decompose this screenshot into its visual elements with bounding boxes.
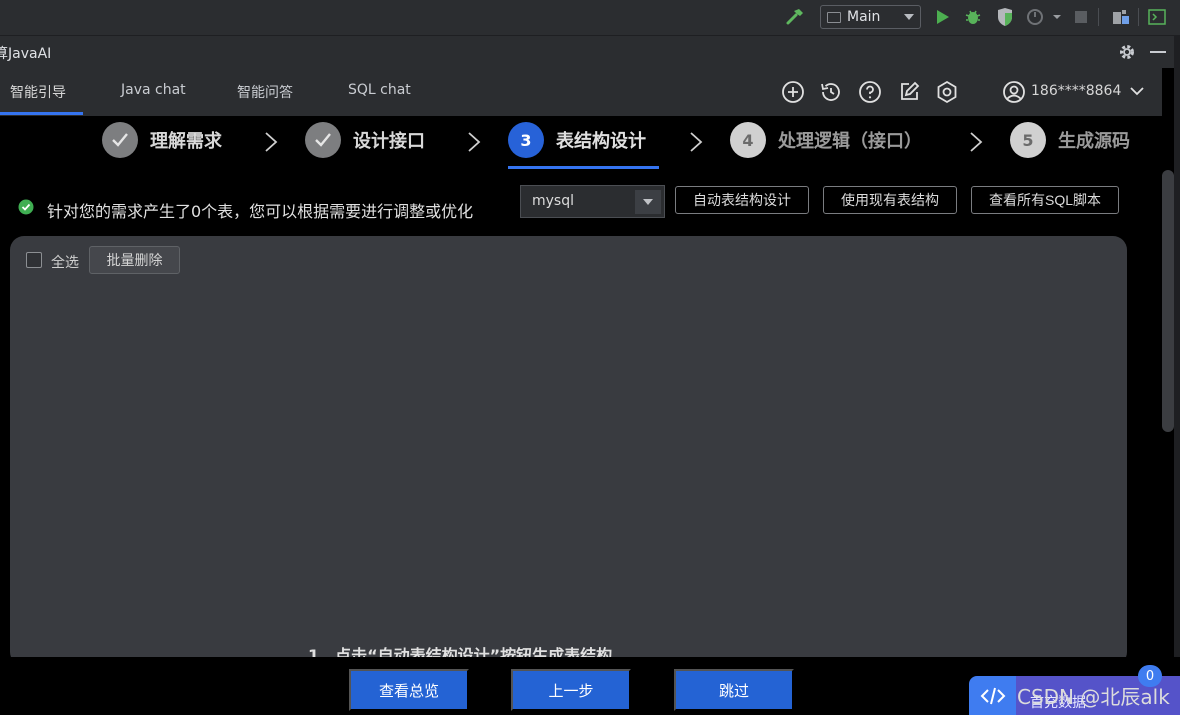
toolbar-divider <box>1138 8 1139 26</box>
skip-button[interactable]: 跳过 <box>674 669 794 711</box>
active-tab-indicator <box>0 112 83 115</box>
step-2[interactable]: 设计接口 <box>305 122 425 158</box>
db-type-value: mysql <box>532 193 574 209</box>
coverage-shield-icon[interactable] <box>995 5 1015 29</box>
check-icon <box>305 122 341 158</box>
step-4[interactable]: 4 处理逻辑（接口） <box>730 122 922 158</box>
chevron-down-icon <box>643 199 653 205</box>
chevron-right-icon <box>969 131 983 153</box>
step-label: 表结构设计 <box>556 131 646 152</box>
minimize-icon[interactable] <box>1150 51 1166 53</box>
tab-qa[interactable]: 智能问答 <box>237 82 293 102</box>
gear-icon[interactable] <box>1117 42 1137 62</box>
chevron-down-icon <box>904 14 914 20</box>
view-sql-button[interactable]: 查看所有SQL脚本 <box>971 186 1119 214</box>
batch-delete-button[interactable]: 批量删除 <box>89 246 180 274</box>
select-all-label[interactable]: 全选 <box>51 252 79 272</box>
run-play-icon[interactable] <box>935 5 951 29</box>
tool-window-header: 算JavaAI <box>0 35 1180 68</box>
scrollbar[interactable] <box>1162 170 1174 432</box>
step-number: 4 <box>730 122 766 158</box>
step-number: 5 <box>1010 122 1046 158</box>
add-circle-icon[interactable] <box>781 80 805 104</box>
chevron-right-icon <box>264 131 278 153</box>
watermark: CSDN @北辰alk <box>1017 685 1170 709</box>
run-config-label: Main <box>847 9 881 25</box>
tool-window-title: 算JavaAI <box>0 46 52 62</box>
step-progress: 理解需求 设计接口 3 表结构设计 4 处理逻辑（接口） 5 生成源码 <box>0 116 1162 172</box>
chevron-down-icon[interactable] <box>1129 83 1145 99</box>
stop-icon[interactable] <box>1072 5 1090 29</box>
user-avatar-icon[interactable] <box>1002 80 1026 104</box>
status-row: 针对您的需求产生了0个表，您可以根据需要进行调整或优化 mysql 自动表结构设… <box>0 172 1162 236</box>
active-step-indicator <box>508 166 659 169</box>
step-label: 生成源码 <box>1058 131 1130 152</box>
dropdown-toggle[interactable] <box>635 190 661 214</box>
step-1[interactable]: 理解需求 <box>102 122 222 158</box>
toolbar-divider <box>1098 8 1099 26</box>
db-type-select[interactable]: mysql <box>520 185 665 218</box>
select-all-checkbox[interactable] <box>26 252 42 268</box>
help-icon[interactable] <box>858 80 882 104</box>
table-design-panel: 全选 批量删除 1、点击“自动表结构设计”按钮生成表结构 <box>10 236 1127 666</box>
user-phone[interactable]: 186****8864 <box>1031 83 1121 99</box>
profiler-icon[interactable] <box>1024 5 1064 29</box>
run-config-icon <box>827 11 841 23</box>
step-3[interactable]: 3 表结构设计 <box>508 122 646 158</box>
chevron-right-icon <box>467 131 481 153</box>
step-label: 设计接口 <box>353 131 425 152</box>
settings-hex-icon[interactable] <box>935 80 959 104</box>
tab-guide[interactable]: 智能引导 <box>10 82 66 102</box>
step-label: 理解需求 <box>150 131 222 152</box>
prev-step-button[interactable]: 上一步 <box>511 669 631 711</box>
step-label: 处理逻辑（接口） <box>778 131 922 152</box>
terminal-icon[interactable] <box>1146 5 1168 29</box>
step-number: 3 <box>508 122 544 158</box>
ide-toolbar: Main <box>0 0 1180 35</box>
vcs-icon[interactable] <box>1110 5 1132 29</box>
chevron-right-icon <box>689 131 703 153</box>
build-hammer-icon[interactable] <box>784 5 806 29</box>
window-edge <box>1174 35 1180 715</box>
debug-bug-icon[interactable] <box>962 5 984 29</box>
overview-button[interactable]: 查看总览 <box>349 669 469 711</box>
status-message: 针对您的需求产生了0个表，您可以根据需要进行调整或优化 <box>47 202 474 221</box>
success-check-icon <box>18 199 34 215</box>
history-icon[interactable] <box>819 80 843 104</box>
tab-sql-chat[interactable]: SQL chat <box>348 82 411 98</box>
run-config-select[interactable]: Main <box>820 5 921 29</box>
tab-java-chat[interactable]: Java chat <box>121 82 186 98</box>
auto-design-button[interactable]: 自动表结构设计 <box>675 186 809 214</box>
use-existing-button[interactable]: 使用现有表结构 <box>823 186 957 214</box>
code-icon[interactable] <box>969 676 1016 715</box>
step-5[interactable]: 5 生成源码 <box>1010 122 1130 158</box>
plugin-nav: 智能引导 Java chat 智能问答 SQL chat 186****8864 <box>0 68 1162 116</box>
edit-icon[interactable] <box>897 80 921 104</box>
check-icon <box>102 122 138 158</box>
